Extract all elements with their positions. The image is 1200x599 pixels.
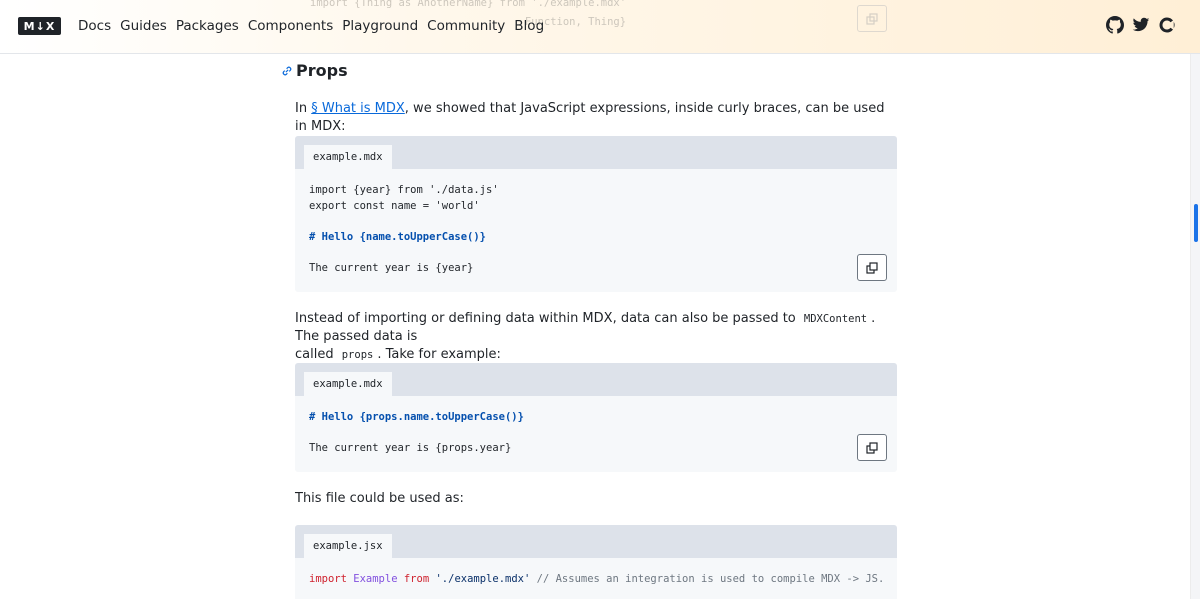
- props-paragraph: Instead of importing or defining data wi…: [295, 310, 897, 364]
- ghost-line-1: import {Thing as AnotherName} from './ex…: [310, 0, 627, 9]
- section-heading: Props: [281, 61, 348, 80]
- code-block-2-filename: example.mdx: [304, 372, 392, 396]
- code-token-keyword: from: [403, 573, 430, 585]
- copy-icon: [866, 12, 878, 25]
- code-line: The current year is {props.year}: [309, 442, 512, 454]
- header-social-icons: [1106, 16, 1176, 34]
- github-icon[interactable]: [1106, 16, 1124, 34]
- copy-icon: [866, 261, 878, 274]
- code-block-3-content: import Example from './example.mdx' // A…: [309, 572, 884, 588]
- nav-blog[interactable]: Blog: [514, 16, 544, 36]
- scrollbar-thumb[interactable]: [1194, 204, 1198, 242]
- page-scrollbar[interactable]: [1190, 54, 1200, 599]
- para1-prefix: In: [295, 101, 312, 116]
- nav-community[interactable]: Community: [427, 16, 505, 36]
- code-block-3-bar: example.jsx: [295, 525, 897, 558]
- code-token-string: './example.mdx': [435, 573, 531, 585]
- code-block-3-filename: example.jsx: [304, 534, 392, 558]
- nav-packages[interactable]: Packages: [176, 16, 239, 36]
- opencollective-icon[interactable]: [1158, 16, 1176, 34]
- copy-button[interactable]: [857, 434, 887, 461]
- intro-paragraph: In § What is MDX, we showed that JavaScr…: [295, 100, 897, 136]
- link-icon[interactable]: [281, 65, 293, 77]
- code-block-1-bar: example.mdx: [295, 136, 897, 169]
- main-nav: Docs Guides Packages Components Playgrou…: [78, 16, 544, 36]
- code-block-1: example.mdx import {year} from './data.j…: [295, 136, 897, 292]
- code-line: The current year is {year}: [309, 261, 474, 274]
- code-block-2: example.mdx # Hello {props.name.toUpperC…: [295, 363, 897, 472]
- nav-docs[interactable]: Docs: [78, 16, 111, 36]
- inline-code-props: props: [341, 349, 374, 361]
- code-token-identifier: Example: [353, 573, 398, 585]
- para2-text: . Take for example:: [377, 347, 501, 362]
- copy-icon: [866, 441, 878, 454]
- code-line: export const name = 'world': [309, 199, 480, 212]
- ghost-copy-button: [857, 5, 887, 32]
- section-title: Props: [296, 61, 348, 80]
- mdx-logo[interactable]: M↓X: [18, 17, 61, 35]
- code-line: # Hello {props.name.toUpperCase()}: [309, 411, 524, 423]
- twitter-icon[interactable]: [1132, 16, 1150, 34]
- para2-text: called: [295, 347, 334, 362]
- nav-guides[interactable]: Guides: [120, 16, 167, 36]
- code-block-1-filename: example.mdx: [304, 145, 392, 169]
- copy-button[interactable]: [857, 254, 887, 281]
- code-block-2-content: # Hello {props.name.toUpperCase()} The cu…: [309, 410, 524, 457]
- code-block-2-bar: example.mdx: [295, 363, 897, 396]
- para2-text: Instead of importing or defining data wi…: [295, 311, 796, 326]
- code-line: # Hello {name.toUpperCase()}: [309, 230, 487, 243]
- site-header: import {Thing as AnotherName} from './ex…: [0, 0, 1200, 54]
- nav-components[interactable]: Components: [248, 16, 333, 36]
- usage-paragraph: This file could be used as:: [295, 491, 464, 506]
- code-block-1-content: import {year} from './data.js' export con…: [309, 183, 499, 276]
- code-line: import {year} from './data.js': [309, 184, 499, 196]
- what-is-mdx-link[interactable]: § What is MDX: [311, 101, 405, 116]
- inline-code-mdxcontent: MDXContent: [803, 313, 868, 325]
- nav-playground[interactable]: Playground: [342, 16, 418, 36]
- code-token-comment: // Assumes an integration is used to com…: [536, 573, 885, 585]
- code-block-3: example.jsx import Example from './examp…: [295, 525, 897, 599]
- code-token-keyword: import: [309, 573, 347, 585]
